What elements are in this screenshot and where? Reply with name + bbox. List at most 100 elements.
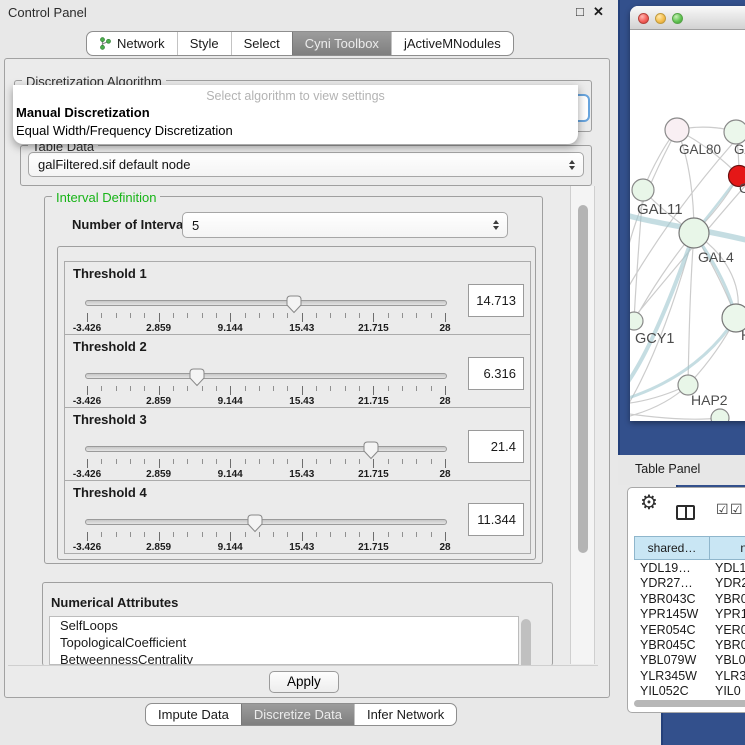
network-node[interactable] bbox=[665, 118, 689, 142]
minimize-traffic-light[interactable] bbox=[655, 13, 666, 24]
tick-mark bbox=[445, 532, 446, 541]
tick-mark bbox=[273, 386, 274, 391]
network-graph: GAL80GACGAL11GAL4HGCY1HAP2 bbox=[630, 30, 745, 421]
tick-mark bbox=[287, 313, 288, 318]
network-node[interactable] bbox=[724, 120, 745, 144]
network-node[interactable] bbox=[632, 179, 654, 201]
tick-mark bbox=[345, 459, 346, 464]
tick-mark bbox=[345, 313, 346, 318]
table-cell: YBR0 bbox=[710, 638, 745, 653]
tick-mark bbox=[245, 532, 246, 537]
list-item[interactable]: TopologicalCoefficient bbox=[50, 634, 518, 651]
close-icon[interactable]: ✕ bbox=[593, 4, 604, 20]
column-header-name[interactable]: na bbox=[709, 536, 745, 560]
network-canvas[interactable]: GAL80GACGAL11GAL4HGCY1HAP2 bbox=[630, 30, 745, 421]
slider-track[interactable] bbox=[85, 446, 447, 452]
network-node[interactable] bbox=[711, 409, 729, 421]
network-edge bbox=[688, 233, 694, 385]
table-cell: YDL1 bbox=[710, 561, 745, 576]
tick-mark bbox=[345, 386, 346, 391]
tick-mark bbox=[159, 532, 160, 541]
slider-track[interactable] bbox=[85, 373, 447, 379]
network-window-titlebar[interactable] bbox=[630, 6, 745, 30]
list-item[interactable]: BetweennessCentrality bbox=[50, 651, 518, 665]
table-row[interactable]: YPR145WYPR1 bbox=[634, 607, 745, 622]
table-row[interactable]: YBR045CYBR0 bbox=[634, 638, 745, 653]
tick-mark bbox=[316, 386, 317, 391]
table-row[interactable]: YBR043CYBR0 bbox=[634, 592, 745, 607]
tab-select[interactable]: Select bbox=[231, 32, 292, 55]
threshold-value-field[interactable]: 14.713 bbox=[468, 284, 524, 317]
tick-mark bbox=[388, 532, 389, 537]
split-panel-icon[interactable] bbox=[676, 505, 695, 520]
tab-cyni-toolbox[interactable]: Cyni Toolbox bbox=[292, 32, 391, 55]
tab-infer-network[interactable]: Infer Network bbox=[354, 704, 456, 725]
threshold-slider[interactable]: -3.4262.8599.14415.4321.71528 bbox=[85, 300, 447, 336]
threshold-slider[interactable]: -3.4262.8599.14415.4321.71528 bbox=[85, 446, 447, 482]
threshold-label: Threshold 4 bbox=[73, 485, 147, 500]
threshold-panel-3: Threshold 3 -3.4262.8599.14415.4321.7152… bbox=[64, 407, 531, 481]
float-window-icon[interactable]: □ bbox=[576, 4, 584, 19]
tick-mark bbox=[402, 532, 403, 537]
table-cell: YBR045C bbox=[634, 638, 710, 653]
slider-track[interactable] bbox=[85, 519, 447, 525]
checked-box-icon[interactable]: ☑ bbox=[730, 501, 743, 518]
table-row[interactable]: YIL052CYIL0 bbox=[634, 684, 745, 696]
apply-button[interactable]: Apply bbox=[269, 671, 339, 693]
checked-box-icon[interactable]: ☑ bbox=[716, 501, 729, 518]
list-scrollbar-thumb[interactable] bbox=[521, 619, 531, 665]
network-node[interactable] bbox=[630, 312, 643, 330]
tick-label: 28 bbox=[439, 542, 450, 553]
threshold-slider[interactable]: -3.4262.8599.14415.4321.71528 bbox=[85, 519, 447, 555]
network-node[interactable] bbox=[679, 218, 709, 248]
tick-label: 15.43 bbox=[289, 396, 314, 407]
table-cell: YLR345W bbox=[634, 669, 710, 684]
threshold-label: Threshold 1 bbox=[73, 266, 147, 281]
dropdown-option-equal-width-frequency[interactable]: Equal Width/Frequency Discretization bbox=[16, 123, 233, 138]
table-row[interactable]: YBL079WYBL0 bbox=[634, 653, 745, 668]
number-of-intervals-combobox[interactable]: 5 bbox=[182, 212, 508, 238]
tick-label: 2.859 bbox=[146, 542, 171, 553]
tab-discretize-data[interactable]: Discretize Data bbox=[241, 704, 354, 725]
table-row[interactable]: YDR27…YDR2 bbox=[634, 576, 745, 591]
network-view-frame: GAL80GACGAL11GAL4HGCY1HAP2 bbox=[618, 0, 745, 455]
close-traffic-light[interactable] bbox=[638, 13, 649, 24]
table-cell: YPR145W bbox=[634, 607, 710, 622]
tick-mark bbox=[388, 459, 389, 464]
table-row[interactable]: YDL19…YDL1 bbox=[634, 561, 745, 576]
tab-style[interactable]: Style bbox=[177, 32, 231, 55]
combobox-value: 5 bbox=[192, 218, 199, 233]
dropdown-option-manual-discretization[interactable]: Manual Discretization bbox=[16, 105, 150, 120]
table-row[interactable]: YLR345WYLR3 bbox=[634, 669, 745, 684]
panel-scrollbar[interactable] bbox=[570, 186, 595, 664]
tab-network[interactable]: Network bbox=[87, 32, 177, 55]
list-item[interactable]: SelfLoops bbox=[50, 617, 518, 634]
table-row[interactable]: YER054CYER0 bbox=[634, 623, 745, 638]
table-cell: YDR27… bbox=[634, 576, 710, 591]
threshold-value-field[interactable]: 11.344 bbox=[468, 503, 524, 536]
table-data-combobox[interactable]: galFiltered.sif default node bbox=[28, 152, 584, 177]
tick-mark bbox=[116, 313, 117, 318]
tick-mark bbox=[330, 386, 331, 391]
gear-icon[interactable]: ⚙ bbox=[640, 490, 658, 515]
tick-mark bbox=[416, 313, 417, 318]
tick-mark bbox=[359, 532, 360, 537]
slider-track[interactable] bbox=[85, 300, 447, 306]
tab-impute-data[interactable]: Impute Data bbox=[146, 704, 241, 725]
node-label: HAP2 bbox=[691, 392, 728, 408]
threshold-value-field[interactable]: 21.4 bbox=[468, 430, 524, 463]
panel-title: Control Panel bbox=[8, 5, 87, 20]
zoom-traffic-light[interactable] bbox=[672, 13, 683, 24]
column-header-shared[interactable]: shared… bbox=[634, 536, 710, 560]
threshold-value-field[interactable]: 6.316 bbox=[468, 357, 524, 390]
panel-scrollbar-thumb[interactable] bbox=[578, 205, 588, 553]
tab-label: Style bbox=[190, 36, 219, 51]
threshold-slider[interactable]: -3.4262.8599.14415.4321.71528 bbox=[85, 373, 447, 409]
tick-mark bbox=[359, 313, 360, 318]
tick-mark bbox=[87, 386, 88, 395]
tick-label: 28 bbox=[439, 469, 450, 480]
table-horizontal-scrollbar-thumb[interactable] bbox=[634, 700, 745, 707]
tick-mark bbox=[359, 459, 360, 464]
table-cell: YER054C bbox=[634, 623, 710, 638]
tab-jactivemnodules[interactable]: jActiveMNodules bbox=[391, 32, 513, 55]
